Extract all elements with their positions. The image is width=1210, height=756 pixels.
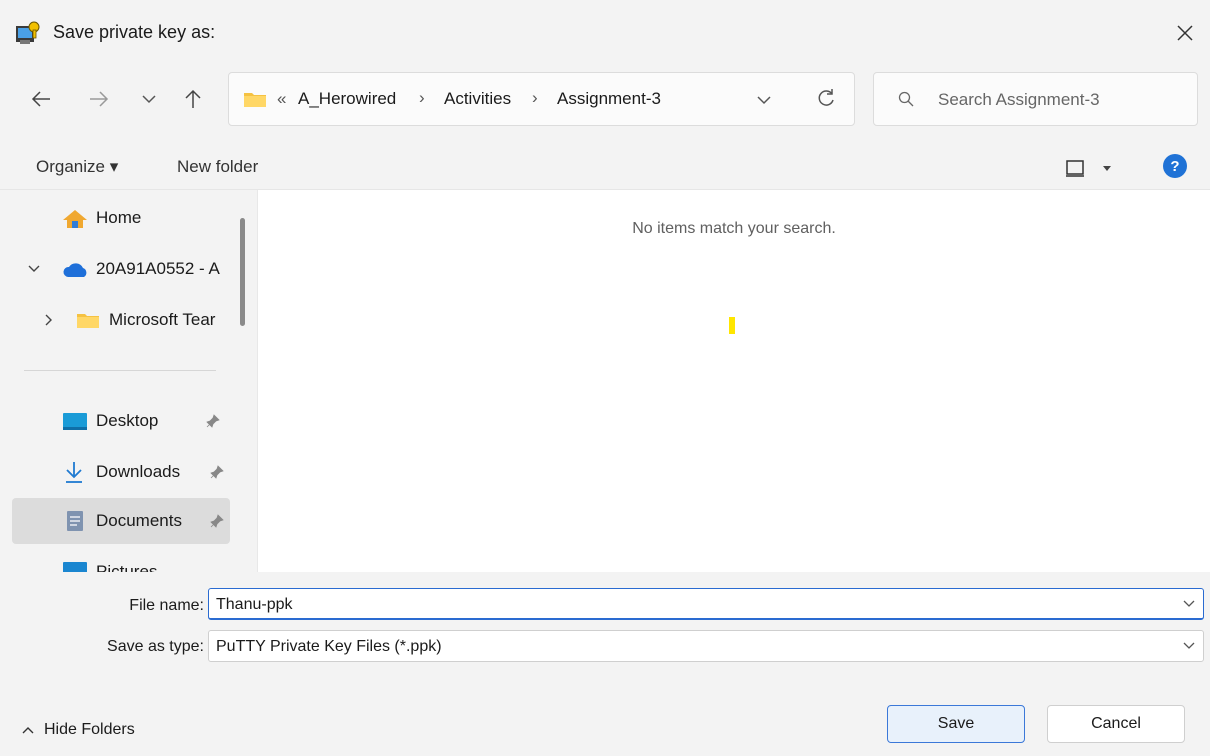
breadcrumb-separator: › xyxy=(532,88,538,107)
sidebar-item-microsoft-teams[interactable]: Microsoft Tear xyxy=(0,297,230,343)
sidebar-item-downloads[interactable]: Downloads xyxy=(0,449,230,495)
desktop-icon xyxy=(63,413,87,430)
sidebar-item-label: Home xyxy=(96,208,142,227)
file-name-input[interactable]: Thanu-ppk xyxy=(208,588,1204,620)
arrow-up-icon xyxy=(185,89,201,108)
address-dropdown-button[interactable] xyxy=(757,91,775,109)
folder-icon xyxy=(77,314,99,328)
close-button[interactable] xyxy=(1168,16,1202,50)
chevron-down-icon[interactable] xyxy=(28,264,40,274)
sidebar-item-home[interactable]: Home xyxy=(0,195,230,241)
save-as-type-label: Save as type: xyxy=(107,638,204,655)
arrow-right-icon xyxy=(90,91,109,107)
chevron-right-icon[interactable] xyxy=(44,314,54,326)
breadcrumb-item-assignment-3[interactable]: Assignment-3 xyxy=(557,89,661,109)
search-icon xyxy=(898,91,914,107)
chevron-down-icon xyxy=(142,95,156,104)
breadcrumb-overflow[interactable]: « xyxy=(277,89,286,109)
sidebar-item-label: Desktop xyxy=(96,411,159,430)
chevron-down-icon xyxy=(1183,642,1195,649)
pin-icon[interactable] xyxy=(210,514,224,528)
sidebar-item-label: Documents xyxy=(96,511,182,530)
pin-icon[interactable] xyxy=(210,465,224,479)
cancel-button[interactable]: Cancel xyxy=(1047,705,1185,743)
sidebar-item-label: 20A91A0552 - A xyxy=(96,259,220,278)
save-as-type-select[interactable]: PuTTY Private Key Files (*.ppk) xyxy=(208,630,1204,662)
organize-button[interactable]: Organize ▾ xyxy=(36,157,118,177)
save-as-type-value: PuTTY Private Key Files (*.ppk) xyxy=(216,638,442,655)
file-name-label: File name: xyxy=(129,597,204,614)
home-icon xyxy=(63,210,87,228)
hide-folders-button[interactable]: Hide Folders xyxy=(22,721,135,739)
text-cursor-highlight xyxy=(729,317,735,334)
sidebar-item-label: Pictures xyxy=(96,562,158,572)
download-icon xyxy=(66,462,82,483)
up-button[interactable] xyxy=(176,82,210,116)
back-button[interactable] xyxy=(24,82,58,116)
sidebar-divider xyxy=(24,370,216,371)
sidebar-scrollbar-thumb[interactable] xyxy=(240,218,245,326)
navigation-pane: Home 20A91A0552 - A Microsoft Tear Deskt… xyxy=(0,190,258,572)
sidebar-item-onedrive[interactable]: 20A91A0552 - A xyxy=(0,246,230,292)
search-box[interactable]: Search Assignment-3 xyxy=(873,72,1198,126)
sidebar-item-documents[interactable]: Documents xyxy=(12,498,230,544)
help-button[interactable]: ? xyxy=(1163,154,1187,178)
search-placeholder: Search Assignment-3 xyxy=(938,90,1100,109)
sidebar-item-label: Microsoft Tear xyxy=(109,310,216,329)
chevron-down-icon[interactable] xyxy=(1183,600,1195,608)
chevron-down-icon xyxy=(757,96,771,105)
arrow-left-icon xyxy=(31,91,50,107)
window-title: Save private key as: xyxy=(53,22,216,42)
breadcrumb-separator: › xyxy=(419,88,425,107)
chevron-up-icon xyxy=(22,726,34,734)
view-options-button[interactable] xyxy=(1066,158,1122,180)
new-folder-button[interactable]: New folder xyxy=(177,157,258,177)
hide-folders-label: Hide Folders xyxy=(44,721,135,738)
save-button[interactable]: Save xyxy=(887,705,1025,743)
documents-icon xyxy=(67,511,83,531)
breadcrumb-item-activities[interactable]: Activities xyxy=(444,89,511,109)
cloud-icon xyxy=(63,263,87,277)
sidebar-item-pictures[interactable]: Pictures xyxy=(0,549,230,572)
pin-icon[interactable] xyxy=(206,414,220,428)
recent-locations-button[interactable] xyxy=(132,82,166,116)
refresh-icon xyxy=(818,89,834,106)
sidebar-item-desktop[interactable]: Desktop xyxy=(0,398,230,444)
view-icon xyxy=(1066,160,1111,177)
folder-icon xyxy=(244,93,266,107)
sidebar-item-label: Downloads xyxy=(96,462,181,481)
forward-button[interactable] xyxy=(82,82,116,116)
empty-message: No items match your search. xyxy=(632,220,836,237)
file-name-value: Thanu-ppk xyxy=(216,596,293,613)
pictures-icon xyxy=(63,562,87,572)
putty-key-icon xyxy=(14,20,42,48)
file-list[interactable]: No items match your search. xyxy=(258,190,1210,572)
close-icon xyxy=(1177,25,1193,41)
breadcrumb-item-a-herowired[interactable]: A_Herowired xyxy=(298,89,396,109)
address-bar[interactable]: « A_Herowired › Activities › Assignment-… xyxy=(228,72,855,126)
refresh-button[interactable] xyxy=(815,87,837,109)
